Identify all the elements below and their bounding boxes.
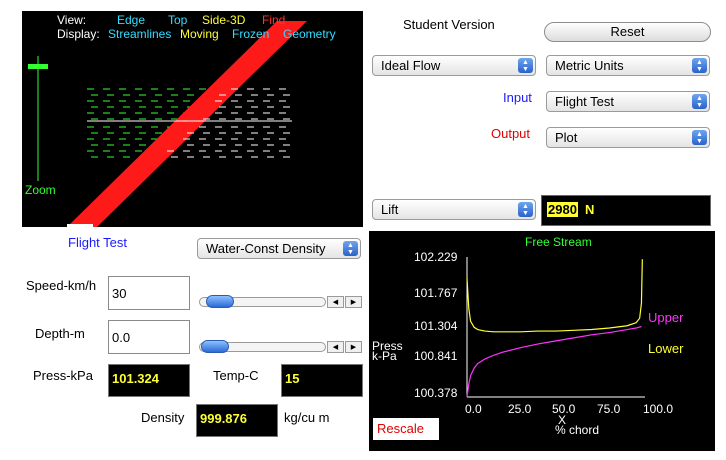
rescale-button[interactable]: Rescale xyxy=(373,418,439,440)
depth-slider[interactable]: ◀ ▶ xyxy=(199,340,362,354)
view-canvas xyxy=(28,21,307,227)
view-top-option[interactable]: Top xyxy=(168,13,187,27)
depth-label: Depth-m xyxy=(35,326,85,341)
slider-left-arrow-icon[interactable]: ◀ xyxy=(327,341,344,353)
temperature-label: Temp-C xyxy=(213,368,259,383)
flight-test-title: Flight Test xyxy=(68,235,128,250)
chevron-updown-icon: ▲ ▼ xyxy=(692,58,707,73)
input-select[interactable]: Flight Test ▲ ▼ xyxy=(546,91,710,112)
depth-slider-thumb[interactable] xyxy=(201,340,229,353)
units-select[interactable]: Metric Units ▲ ▼ xyxy=(546,55,710,76)
speed-label: Speed-km/h xyxy=(26,278,97,293)
reset-button[interactable]: Reset xyxy=(544,22,711,42)
view-side3d-option[interactable]: Side-3D xyxy=(202,13,245,27)
zoom-label: Zoom xyxy=(25,183,56,197)
legend-upper: Upper xyxy=(648,310,684,325)
plot-title: Free Stream xyxy=(525,235,592,249)
slider-right-arrow-icon[interactable]: ▶ xyxy=(345,296,362,308)
y-tick-label: 101.767 xyxy=(414,286,458,300)
view-label: View: xyxy=(57,13,87,27)
chevron-updown-icon: ▲ ▼ xyxy=(518,58,533,73)
y-tick-label: 100.841 xyxy=(414,349,458,363)
legend-lower: Lower xyxy=(648,341,684,356)
density-label: Density xyxy=(141,410,185,425)
x-tick-label: 0.0 xyxy=(465,402,482,416)
series-line-lower xyxy=(466,259,643,333)
flow-type-select[interactable]: Ideal Flow ▲ ▼ xyxy=(372,55,536,76)
x-tick-label: 75.0 xyxy=(597,402,621,416)
speed-slider[interactable]: ◀ ▶ xyxy=(199,295,362,309)
series-layer xyxy=(466,259,643,397)
density-output: 999.876 xyxy=(196,404,278,437)
chevron-updown-icon: ▲ ▼ xyxy=(692,94,707,109)
input-label: Input xyxy=(503,90,532,105)
pressure-output: 101.324 xyxy=(108,364,190,397)
slider-right-arrow-icon[interactable]: ▶ xyxy=(345,341,362,353)
speed-slider-thumb[interactable] xyxy=(205,295,234,308)
wing-root-marker xyxy=(67,224,93,227)
y-tick-label: 100.378 xyxy=(414,386,458,400)
y-axis-label-line2: k-Pa xyxy=(372,349,397,363)
pressure-label: Press-kPa xyxy=(33,368,93,383)
series-line-upper xyxy=(466,325,642,397)
y-tick-label: 101.304 xyxy=(414,319,458,333)
x-tick-label: 100.0 xyxy=(643,402,674,416)
display-streamlines-option[interactable]: Streamlines xyxy=(108,27,171,41)
chevron-updown-icon: ▲ ▼ xyxy=(343,241,358,256)
wing-shape xyxy=(67,21,307,227)
output-label: Output xyxy=(491,126,531,141)
display-geometry-option[interactable]: Geometry xyxy=(283,27,336,41)
view-find-option[interactable]: Find xyxy=(262,13,285,27)
temperature-output: 15 xyxy=(281,364,363,397)
result-unit: N xyxy=(585,202,595,217)
density-unit: kg/cu m xyxy=(284,410,330,425)
chevron-updown-icon: ▲ ▼ xyxy=(518,202,533,217)
display-moving-option[interactable]: Moving xyxy=(180,27,219,41)
student-version-label: Student Version xyxy=(403,17,495,32)
view-edge-option[interactable]: Edge xyxy=(117,13,145,27)
x-axis-label-line2: % chord xyxy=(555,423,600,437)
chevron-updown-icon: ▲ ▼ xyxy=(692,130,707,145)
depth-input[interactable] xyxy=(108,320,190,354)
result-value: 2980 xyxy=(547,202,578,217)
display-frozen-option[interactable]: Frozen xyxy=(232,27,269,41)
output-select[interactable]: Plot ▲ ▼ xyxy=(546,127,710,148)
fluid-select[interactable]: Water-Const Density ▲ ▼ xyxy=(197,238,361,259)
y-tick-label: 102.229 xyxy=(414,250,458,264)
speed-input[interactable] xyxy=(108,276,190,310)
result-type-select[interactable]: Lift ▲ ▼ xyxy=(372,199,536,220)
result-output: 2980 N xyxy=(541,195,711,226)
display-label: Display: xyxy=(57,27,100,41)
zoom-handle xyxy=(28,64,48,69)
view-panel[interactable]: View: Edge Top Side-3D Find Display: Str… xyxy=(22,11,363,227)
pressure-plot: Free Stream 102.229 101.767 101.304 100.… xyxy=(369,231,715,451)
x-tick-label: 25.0 xyxy=(508,402,532,416)
slider-left-arrow-icon[interactable]: ◀ xyxy=(327,296,344,308)
